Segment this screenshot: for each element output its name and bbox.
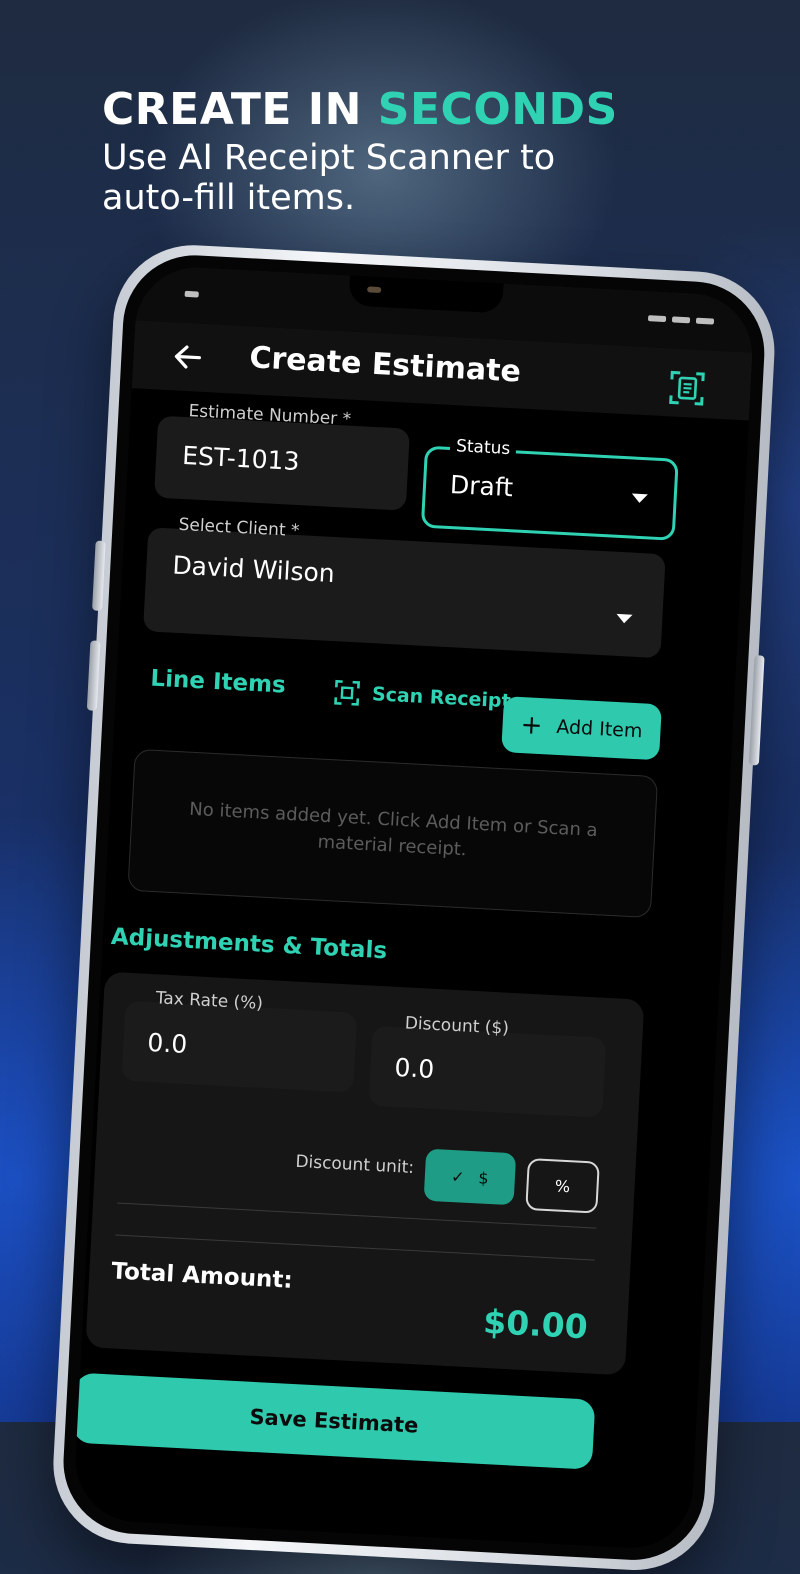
client-value: David Wilson xyxy=(171,550,336,589)
check-icon: ✓ xyxy=(450,1166,466,1187)
discount-unit-dollar-toggle[interactable]: ✓ $ xyxy=(423,1148,517,1206)
total-amount-value: $0.00 xyxy=(482,1301,589,1347)
estimate-number-field[interactable]: Estimate Number * EST-1013 xyxy=(154,401,410,511)
page-title: Create Estimate xyxy=(248,340,522,390)
discount-unit-label: Discount unit: xyxy=(294,1151,415,1179)
promo-title-accent: SECONDS xyxy=(377,84,618,135)
battery-icon xyxy=(695,317,715,325)
totals-divider-1 xyxy=(117,1202,597,1229)
promo-title-white: CREATE IN xyxy=(102,84,378,135)
status-dropdown[interactable]: Status Draft xyxy=(420,435,679,541)
chevron-down-icon xyxy=(616,613,633,624)
camera-dot xyxy=(367,286,382,294)
discount-field[interactable]: Discount ($) 0.0 xyxy=(368,1013,607,1118)
arrow-left-icon[interactable] xyxy=(171,340,205,374)
unit-dollar-label: $ xyxy=(477,1167,490,1188)
phone-mockup: Create Estimate Estimate Number * EST-10… xyxy=(49,241,779,1574)
client-dropdown[interactable]: Select Client * David Wilson xyxy=(143,515,666,659)
status-time xyxy=(184,290,199,298)
status-label: Status xyxy=(449,435,517,460)
tax-rate-label: Tax Rate (%) xyxy=(155,988,264,1014)
discount-label: Discount ($) xyxy=(404,1013,510,1039)
tax-rate-field[interactable]: Tax Rate (%) 0.0 xyxy=(121,988,358,1093)
estimate-number-value: EST-1013 xyxy=(181,440,301,477)
add-item-button[interactable]: + Add Item xyxy=(501,696,662,761)
document-scan-icon[interactable] xyxy=(668,368,708,408)
app-screen: Create Estimate Estimate Number * EST-10… xyxy=(72,264,756,1551)
scan-receipt-icon xyxy=(334,679,360,706)
promo-subtitle-line2: auto-fill items. xyxy=(102,178,356,218)
tax-rate-value: 0.0 xyxy=(146,1027,188,1059)
plus-icon: + xyxy=(519,710,544,742)
promo-subtitle-line1: Use AI Receipt Scanner to xyxy=(102,138,556,178)
chevron-down-icon xyxy=(631,493,648,504)
status-value: Draft xyxy=(449,469,514,503)
adjustments-title: Adjustments & Totals xyxy=(110,923,388,965)
promo-headline: CREATE IN SECONDS Use AI Receipt Scanner… xyxy=(102,80,722,220)
add-item-label: Add Item xyxy=(555,715,643,743)
empty-message: No items added yet. Click Add Item or Sc… xyxy=(188,798,599,861)
unit-percent-label: % xyxy=(554,1175,571,1196)
wifi-icon xyxy=(647,315,667,323)
totals-divider-2 xyxy=(115,1234,595,1261)
status-icons xyxy=(647,315,715,325)
totals-card: Tax Rate (%) 0.0 Discount ($) 0.0 Discou… xyxy=(85,971,645,1376)
client-label: Select Client * xyxy=(178,514,300,542)
scan-receipt-button[interactable]: Scan Receipt xyxy=(333,679,511,714)
estimate-number-label: Estimate Number * xyxy=(188,401,352,430)
promo-title: CREATE IN SECONDS xyxy=(102,80,722,140)
scan-receipt-label: Scan Receipt xyxy=(371,683,512,713)
discount-unit-percent-toggle[interactable]: % xyxy=(525,1157,600,1214)
save-estimate-button[interactable]: Save Estimate xyxy=(72,1372,596,1470)
save-estimate-label: Save Estimate xyxy=(248,1404,419,1438)
line-items-title: Line Items xyxy=(149,665,287,699)
total-amount-label: Total Amount: xyxy=(110,1258,294,1294)
signal-icon xyxy=(671,316,691,324)
discount-value: 0.0 xyxy=(393,1052,436,1084)
line-items-empty-state: No items added yet. Click Add Item or Sc… xyxy=(127,748,659,919)
